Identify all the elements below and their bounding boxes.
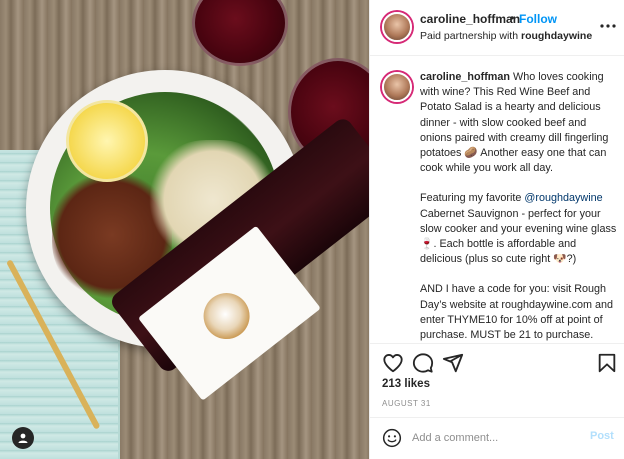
wine-glass <box>192 0 288 66</box>
caption-paragraph: AND I have a code for you: visit Rough D… <box>420 282 620 343</box>
likes-count[interactable]: 213 likes <box>382 378 430 390</box>
more-options-icon[interactable] <box>600 16 616 34</box>
post-comment-button[interactable]: Post <box>590 430 614 442</box>
caption-paragraph: caroline_hoffman Who loves cooking with … <box>420 70 620 176</box>
comment-icon[interactable] <box>412 352 434 374</box>
post-caption: caroline_hoffman Who loves cooking with … <box>420 70 620 343</box>
dog-illustration <box>194 283 259 349</box>
comment-input[interactable] <box>412 428 572 448</box>
heart-icon[interactable] <box>382 352 404 374</box>
partnership-prefix: Paid partnership with <box>420 30 521 42</box>
avatar[interactable] <box>382 72 412 102</box>
caption-username[interactable]: caroline_hoffman <box>420 71 510 83</box>
caption-area: caroline_hoffman Who loves cooking with … <box>370 56 624 343</box>
caption-text: Who loves cooking with wine? This Red Wi… <box>420 71 609 175</box>
post-actions: 213 likes AUGUST 31 <box>370 343 624 417</box>
tagged-user-icon[interactable] <box>12 427 34 449</box>
post-photo[interactable] <box>0 0 369 459</box>
lemon-slice <box>66 100 148 182</box>
partner-link[interactable]: roughdaywine <box>521 30 592 42</box>
follow-button[interactable]: Follow <box>519 12 557 26</box>
paid-partnership: Paid partnership with roughdaywine <box>420 30 592 42</box>
avatar[interactable] <box>382 12 412 42</box>
header-username[interactable]: caroline_hoffman <box>420 12 520 26</box>
caption-text: AND I have a code for you: visit Rough D… <box>420 283 614 342</box>
caption-paragraph: Featuring my favorite @roughdaywine Cabe… <box>420 191 620 267</box>
bookmark-icon[interactable] <box>596 352 618 374</box>
mention-link[interactable]: @roughdaywine <box>524 192 602 204</box>
separator-dot: • <box>510 11 515 25</box>
post-panel: caroline_hoffman • Follow Paid partnersh… <box>369 0 624 459</box>
post-header: caroline_hoffman • Follow Paid partnersh… <box>370 0 624 56</box>
comment-bar: Post <box>370 417 624 459</box>
caption-text: Featuring my favorite <box>420 192 525 205</box>
more-horizontal-icon <box>600 24 616 28</box>
post-date: AUGUST 31 <box>382 399 431 408</box>
emoji-icon[interactable] <box>382 428 402 448</box>
share-icon[interactable] <box>442 352 464 374</box>
person-icon <box>18 433 28 443</box>
caption-text: Cabernet Sauvignon - perfect for your sl… <box>420 207 617 266</box>
